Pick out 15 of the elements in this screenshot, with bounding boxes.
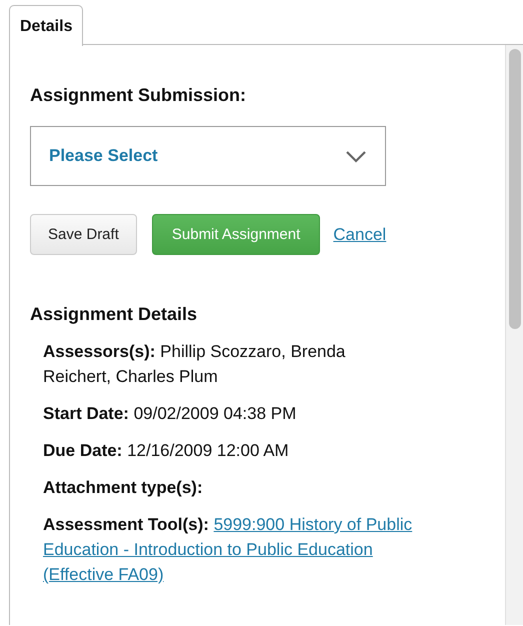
detail-line: Attachment type(s): bbox=[43, 477, 204, 499]
detail-line: Due Date: 12/16/2009 12:00 AM bbox=[43, 440, 290, 462]
submit-button[interactable]: Submit Assignment bbox=[152, 214, 320, 255]
detail-line: Start Date: 09/02/2009 04:38 PM bbox=[43, 403, 298, 425]
save-draft-button[interactable]: Save Draft bbox=[30, 214, 137, 255]
section-heading: Assignment Details bbox=[30, 304, 198, 325]
scrollbar-thumb[interactable] bbox=[509, 49, 521, 329]
section-heading: Assignment Submission: bbox=[30, 85, 248, 106]
detail-line: Assessment Tool(s): 5999:900 History of Public Education - Introduction to Public Education (Effective FA09) bbox=[43, 514, 414, 586]
submission-dropdown[interactable]: Please Select bbox=[30, 126, 386, 186]
details-tab[interactable]: Details bbox=[9, 5, 84, 46]
detail-line: Assessors(s): Phillip Scozzaro, Brenda Reichert, Charles Plum bbox=[43, 341, 346, 388]
scrollbar[interactable] bbox=[505, 45, 523, 625]
chevron-down-icon bbox=[345, 150, 367, 162]
cancel-link[interactable]: Cancel bbox=[333, 224, 386, 244]
